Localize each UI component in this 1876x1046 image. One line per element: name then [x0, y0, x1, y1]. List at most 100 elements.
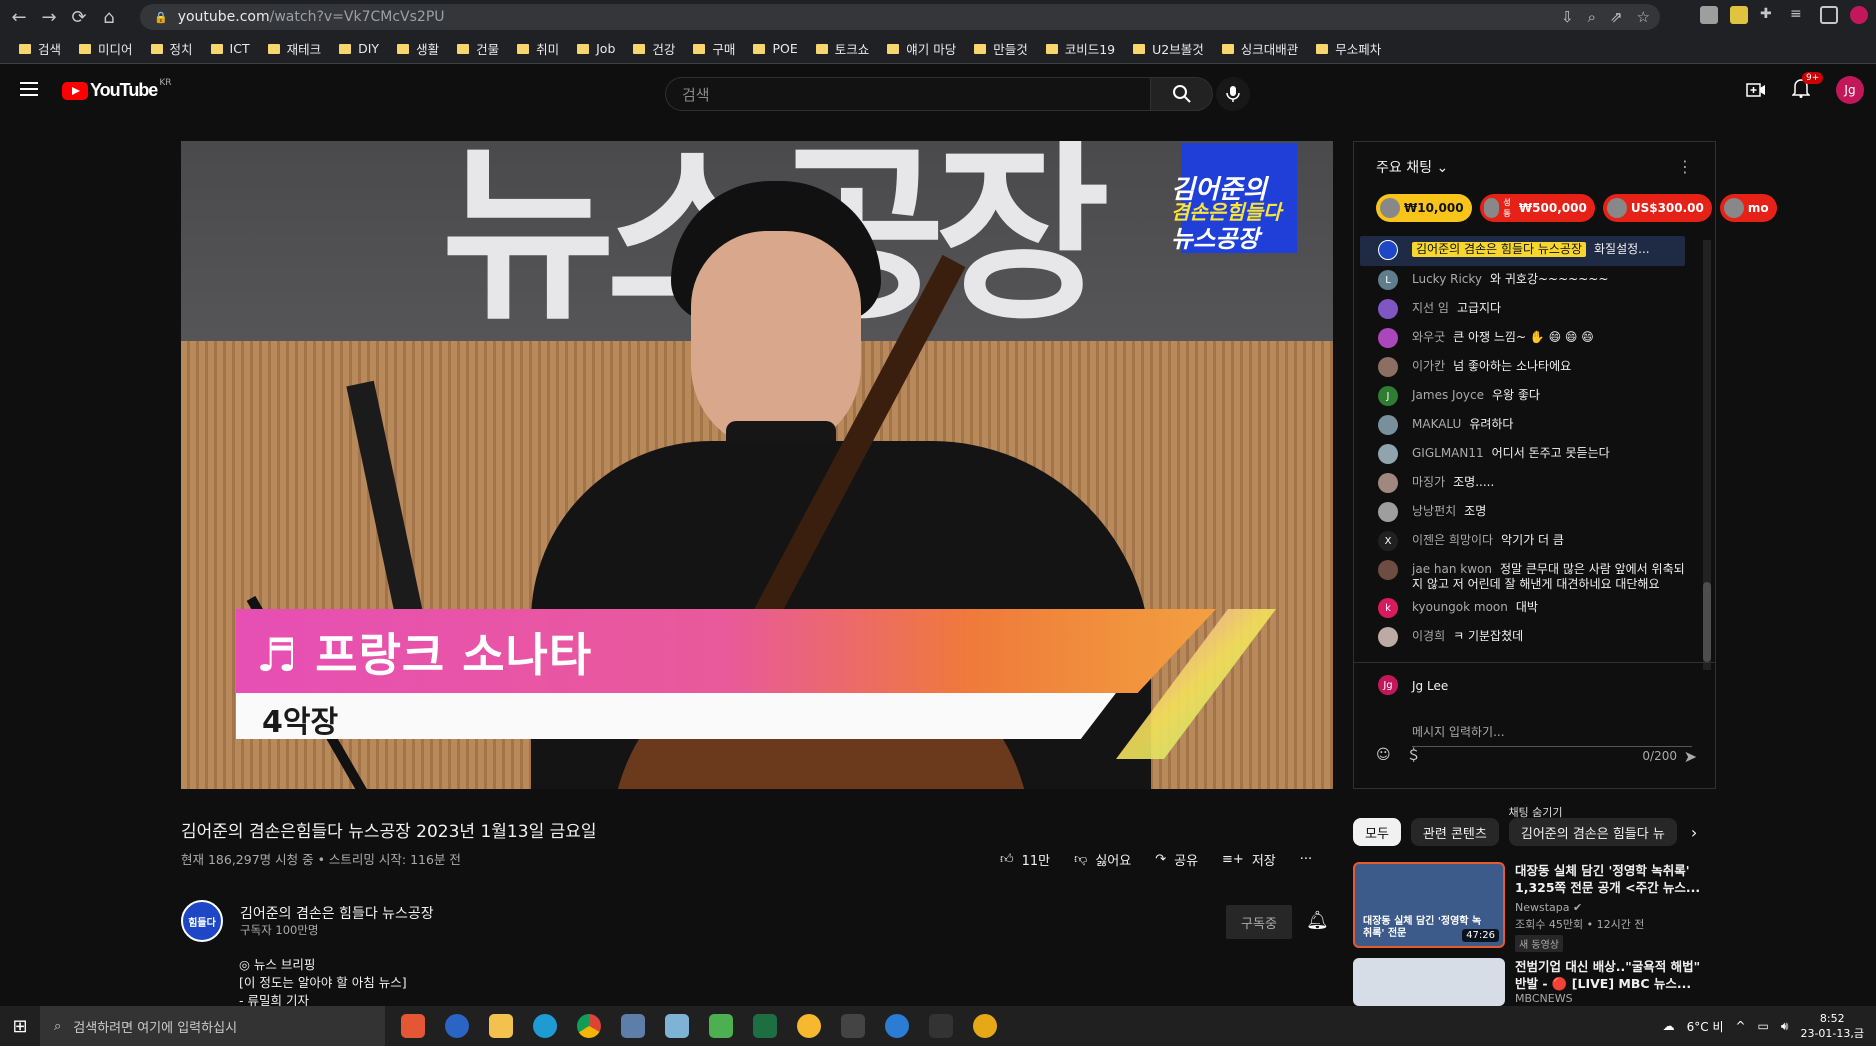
app-icon[interactable]: [709, 1014, 733, 1038]
bookmark-item[interactable]: 취미: [508, 39, 568, 58]
chat-author[interactable]: 이젠은 희망이다: [1412, 533, 1493, 547]
chat-message[interactable]: k kyoungok moon 대박: [1354, 596, 1699, 625]
bookmark-star-icon[interactable]: ☆: [1637, 8, 1650, 26]
chat-author[interactable]: Lucky Ricky: [1412, 272, 1482, 286]
recommendation-channel[interactable]: Newstapa ✔: [1515, 901, 1715, 914]
app-icon[interactable]: [973, 1014, 997, 1038]
chat-author[interactable]: MAKALU: [1412, 417, 1461, 431]
bookmark-item[interactable]: 구매: [684, 39, 744, 58]
file-explorer-icon[interactable]: [489, 1014, 513, 1038]
bookmark-item[interactable]: 미디어: [70, 39, 142, 58]
chat-message[interactable]: 지선 임 고급지다: [1354, 297, 1699, 326]
chat-message[interactable]: GIGLMAN11 어디서 돈주고 못듣는다: [1354, 442, 1699, 471]
puzzle-icon[interactable]: ✚: [1760, 6, 1778, 24]
chat-message[interactable]: L Lucky Ricky 와 귀호강~~~~~~~: [1354, 268, 1699, 297]
chat-author[interactable]: kyoungok moon: [1412, 600, 1508, 614]
chat-message[interactable]: J James Joyce 우왕 좋다: [1354, 384, 1699, 413]
taskbar-search[interactable]: ⌕ 검색하려면 여기에 입력하십시: [40, 1006, 385, 1046]
chat-author-avatar[interactable]: X: [1378, 531, 1398, 551]
chat-author-avatar[interactable]: [1378, 415, 1398, 435]
chat-message[interactable]: 낭낭펀치 조명: [1354, 500, 1699, 529]
chat-author-avatar[interactable]: J: [1378, 386, 1398, 406]
bookmark-item[interactable]: ICT: [202, 41, 259, 56]
tray-chevron-icon[interactable]: ^: [1735, 1019, 1745, 1033]
chat-author-avatar[interactable]: [1378, 444, 1398, 464]
bookmark-item[interactable]: 건강: [624, 39, 684, 58]
media-icon[interactable]: ≡: [1790, 6, 1808, 24]
bookmark-item[interactable]: 만들것: [965, 39, 1037, 58]
forward-icon[interactable]: →: [34, 2, 64, 32]
chat-author[interactable]: 낭낭펀치: [1412, 504, 1456, 518]
notification-bell-icon[interactable]: 🔔︎: [1306, 910, 1329, 931]
channel-name[interactable]: 김어준의 겸손은 힘들다 뉴스공장: [240, 903, 434, 923]
chat-message[interactable]: X 이젠은 희망이다 악기가 더 큼: [1354, 529, 1699, 558]
share-button[interactable]: ↷ 공유: [1155, 850, 1198, 869]
home-icon[interactable]: ⌂: [94, 2, 124, 32]
back-icon[interactable]: ←: [4, 2, 34, 32]
video-thumbnail[interactable]: [1353, 958, 1505, 1006]
notifications-button[interactable]: 9+: [1791, 72, 1824, 102]
address-bar[interactable]: 🔒 youtube.com/watch?v=Vk7CMcVs2PU ⇩ ⌕ ⇗ …: [140, 4, 1660, 30]
super-chat-ticket[interactable]: mo: [1719, 194, 1777, 222]
chat-input[interactable]: 메시지 입력하기...: [1412, 723, 1692, 747]
calculator-icon[interactable]: [621, 1014, 645, 1038]
chip-channel[interactable]: 김어준의 겸손은 힘들다 뉴: [1508, 818, 1677, 846]
chat-message[interactable]: 이경희 ㅋ 기분잡쳤데: [1354, 625, 1699, 654]
app-icon[interactable]: [401, 1014, 425, 1038]
bookmark-item[interactable]: 검색: [10, 39, 70, 58]
app-icon[interactable]: [841, 1014, 865, 1038]
app-icon[interactable]: [665, 1014, 689, 1038]
bookmark-item[interactable]: 건물: [448, 39, 508, 58]
account-avatar[interactable]: Jg: [1836, 76, 1864, 104]
recommendation-title[interactable]: 전범기업 대신 배상.."굴욕적 해법" 반발 - 🔴 [LIVE] MBC 뉴…: [1515, 958, 1715, 992]
chat-more-icon[interactable]: ⋮: [1677, 157, 1693, 176]
like-button[interactable]: 👍︎ 11만: [1000, 850, 1050, 869]
bookmark-item[interactable]: 생활: [388, 39, 448, 58]
chat-author[interactable]: 지선 임: [1412, 301, 1449, 315]
chat-author-avatar[interactable]: [1378, 502, 1398, 522]
recommendation-item[interactable]: 전범기업 대신 배상.."굴욕적 해법" 반발 - 🔴 [LIVE] MBC 뉴…: [1353, 958, 1723, 1006]
excel-icon[interactable]: [753, 1014, 777, 1038]
recommendation-title[interactable]: 대장동 실체 담긴 '정영학 녹취록' 1,325쪽 전문 공개 <주간 뉴스.…: [1515, 862, 1715, 896]
chat-message[interactable]: jae han kwon 정말 큰무대 많은 사람 앞에서 위축되지 않고 저 어…: [1354, 558, 1699, 596]
search-input[interactable]: 검색: [665, 77, 1151, 111]
subscribed-button[interactable]: 구독중: [1226, 905, 1292, 939]
channel-avatar[interactable]: 힘들다: [181, 900, 223, 942]
bookmark-item[interactable]: 재테크: [259, 39, 331, 58]
chrome-icon[interactable]: [577, 1014, 601, 1038]
chat-author-avatar[interactable]: [1378, 299, 1398, 319]
sidepanel-icon[interactable]: [1820, 6, 1838, 24]
video-player[interactable]: 뉴스공장 김어준의 겸손은힘들다 뉴스공장 ♬ 프랑크 소나타 4악장: [181, 141, 1333, 789]
recommendation-channel[interactable]: MBCNEWS: [1515, 992, 1715, 1005]
create-video-icon[interactable]: [1746, 82, 1766, 98]
super-chat-ticket[interactable]: 성동 ₩500,000: [1479, 194, 1595, 222]
dislike-button[interactable]: 👎︎ 싫어요: [1074, 850, 1131, 869]
search-button[interactable]: [1151, 77, 1213, 111]
bookmark-item[interactable]: 정치: [142, 39, 202, 58]
chat-mode-dropdown[interactable]: 주요 채팅 ⌄: [1376, 157, 1448, 177]
bookmark-item[interactable]: 싱크대배관: [1213, 39, 1308, 58]
windows-start-icon[interactable]: ⊞: [0, 1016, 40, 1037]
chat-author-avatar[interactable]: [1378, 627, 1398, 647]
chat-author-avatar[interactable]: [1378, 560, 1398, 580]
bookmark-item[interactable]: DIY: [330, 41, 388, 56]
chip-related[interactable]: 관련 콘텐츠: [1410, 818, 1499, 846]
send-icon[interactable]: ➤: [1684, 747, 1697, 766]
chat-author[interactable]: 이경희: [1412, 629, 1445, 643]
chip-all[interactable]: 모두: [1353, 818, 1401, 846]
profile-icon[interactable]: [1850, 6, 1868, 24]
chat-author[interactable]: James Joyce: [1412, 388, 1484, 402]
chat-author[interactable]: GIGLMAN11: [1412, 446, 1484, 460]
extension-icon[interactable]: [1700, 6, 1718, 24]
chevron-right-icon[interactable]: ›: [1691, 823, 1697, 842]
super-chat-ticket[interactable]: US$300.00: [1602, 194, 1712, 222]
bookmark-item[interactable]: 코비드19: [1037, 39, 1124, 58]
chat-author-avatar[interactable]: [1378, 328, 1398, 348]
bookmark-item[interactable]: Job: [568, 41, 624, 56]
install-icon[interactable]: ⇩: [1561, 8, 1574, 26]
bookmark-item[interactable]: 토크쇼: [807, 39, 879, 58]
share-page-icon[interactable]: ⇗: [1610, 8, 1623, 26]
weather-app-icon[interactable]: [797, 1014, 821, 1038]
chat-message[interactable]: 이가칸 넘 좋아하는 소나타에요: [1354, 355, 1699, 384]
menu-icon[interactable]: [20, 82, 38, 100]
